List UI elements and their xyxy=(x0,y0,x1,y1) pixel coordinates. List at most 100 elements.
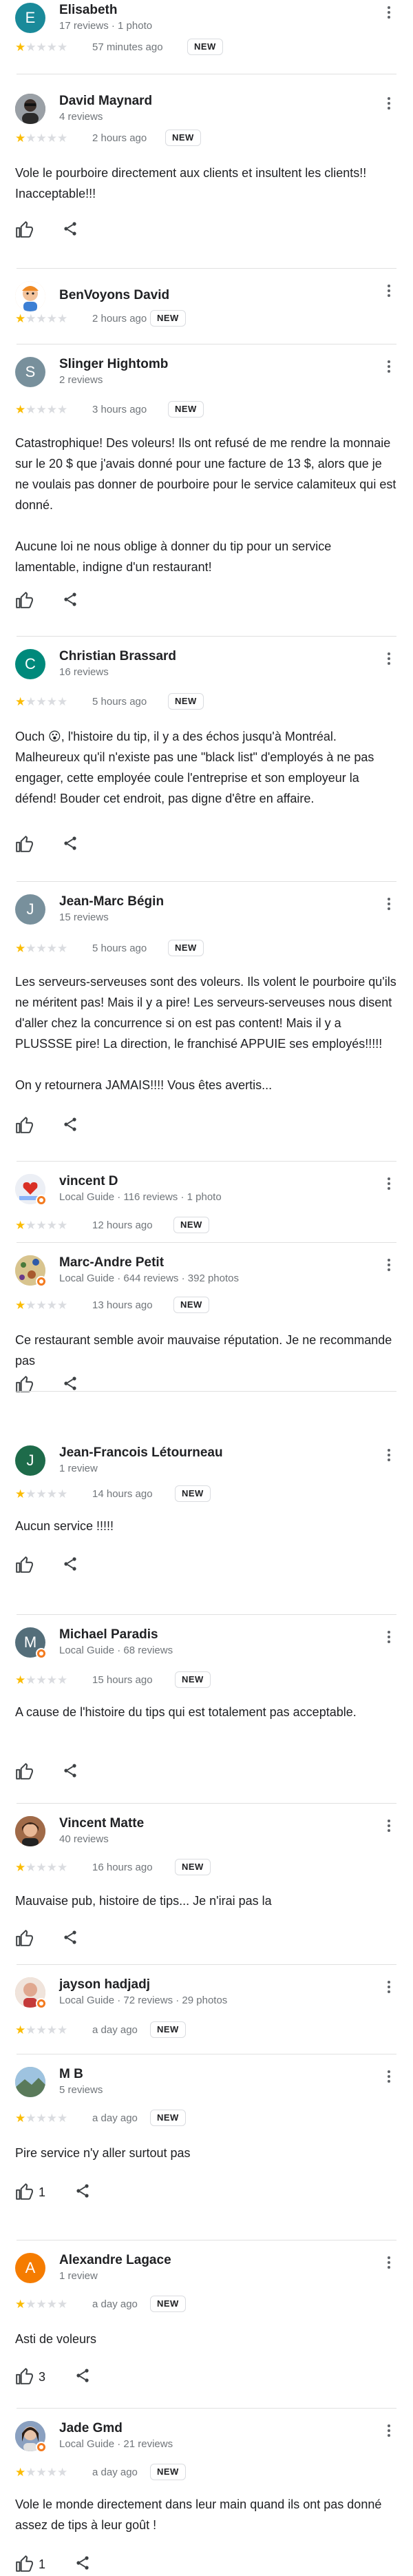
reviewer-header[interactable]: Vincent Matte 40 reviews xyxy=(15,1816,413,1855)
star-rating: ★★★★★ xyxy=(15,312,67,326)
rating-row: ★★★★★ 5 hours ago NEW xyxy=(15,940,401,958)
reviewer-name[interactable]: Marc-Andre Petit xyxy=(59,1255,164,1270)
review-actions xyxy=(15,1929,153,1950)
star-icon: ★ xyxy=(36,2023,47,2037)
thumbs-up-icon[interactable] xyxy=(15,1762,36,1783)
star-icon: ★ xyxy=(15,2298,26,2311)
share-icon[interactable] xyxy=(74,2367,95,2388)
more-options-icon[interactable] xyxy=(384,282,394,299)
more-options-icon[interactable] xyxy=(384,2068,394,2085)
star-icon: ★ xyxy=(57,1487,68,1501)
like-count: 3 xyxy=(39,2370,46,2384)
thumbs-up-icon[interactable] xyxy=(15,1116,36,1137)
reviewer-header[interactable]: David Maynard 4 reviews xyxy=(15,94,413,132)
reviewer-header[interactable]: J Jean-Marc Bégin 15 reviews xyxy=(15,894,413,933)
reviewer-header[interactable]: A Alexandre Lagace 1 review xyxy=(15,2253,413,2291)
rating-row: ★★★★★ a day ago NEW xyxy=(15,2021,401,2039)
star-rating: ★★★★★ xyxy=(15,41,67,54)
more-options-icon[interactable] xyxy=(384,650,394,667)
star-icon: ★ xyxy=(57,1673,68,1687)
share-icon[interactable] xyxy=(62,591,83,612)
reviewer-avatar[interactable]: A xyxy=(15,2253,45,2283)
reviewer-header[interactable]: S Slinger Hightomb 2 reviews xyxy=(15,357,413,395)
star-icon: ★ xyxy=(25,403,36,416)
reviewer-name[interactable]: Vincent Matte xyxy=(59,1816,144,1831)
share-icon[interactable] xyxy=(62,1556,83,1576)
reviewer-avatar[interactable] xyxy=(15,2067,45,2097)
reviewer-name[interactable]: Elisabeth xyxy=(59,3,117,18)
reviewer-name[interactable]: M B xyxy=(59,2067,83,2082)
star-icon: ★ xyxy=(36,942,47,955)
reviewer-header[interactable]: J Jean-Francois Létourneau 1 review xyxy=(15,1445,413,1484)
share-icon[interactable] xyxy=(62,1762,83,1783)
review-text: Vole le monde directement dans leur main… xyxy=(15,2497,382,2532)
more-options-icon[interactable] xyxy=(384,2254,394,2271)
reviewer-header[interactable]: E Elisabeth 17 reviews · 1 photo xyxy=(15,3,413,41)
star-icon: ★ xyxy=(25,1673,36,1687)
thumbs-up-icon[interactable] xyxy=(15,835,36,856)
new-badge: NEW xyxy=(150,2110,186,2126)
more-options-icon[interactable] xyxy=(384,896,394,912)
reviewer-name[interactable]: Alexandre Lagace xyxy=(59,2253,171,2268)
more-options-icon[interactable] xyxy=(384,1979,394,1995)
more-options-icon[interactable] xyxy=(384,2422,394,2439)
star-rating: ★★★★★ xyxy=(15,1219,67,1233)
reviewer-name[interactable]: Slinger Hightomb xyxy=(59,357,168,372)
reviewer-header[interactable]: jayson hadjadj Local Guide · 72 reviews ·… xyxy=(15,1977,413,2016)
share-icon[interactable] xyxy=(62,835,83,856)
reviewer-header[interactable]: M B 5 reviews xyxy=(15,2067,413,2105)
reviewer-avatar[interactable]: E xyxy=(15,3,45,33)
thumbs-up-icon[interactable] xyxy=(15,220,36,241)
reviewer-avatar[interactable]: S xyxy=(15,357,45,387)
thumbs-up-icon[interactable] xyxy=(15,591,36,612)
reviewer-header[interactable]: C Christian Brassard 16 reviews xyxy=(15,649,413,688)
reviewer-header[interactable]: Marc-Andre Petit Local Guide · 644 review… xyxy=(15,1255,413,1294)
reviewer-name[interactable]: Jade Gmd xyxy=(59,2421,123,2436)
thumbs-up-icon[interactable] xyxy=(15,1556,36,1576)
star-icon: ★ xyxy=(36,1673,47,1687)
more-options-icon[interactable] xyxy=(384,1257,394,1273)
rating-row: ★★★★★ 5 hours ago NEW xyxy=(15,693,401,711)
reviewer-avatar[interactable] xyxy=(15,94,45,124)
more-options-icon[interactable] xyxy=(384,1175,394,1192)
share-icon[interactable] xyxy=(62,1375,83,1396)
reviewer-name[interactable]: BenVoyons David xyxy=(59,288,169,303)
thumbs-up-icon[interactable] xyxy=(15,1375,36,1396)
reviewer-header[interactable]: Jade Gmd Local Guide · 21 reviews xyxy=(15,2421,413,2460)
star-rating: ★★★★★ xyxy=(15,132,67,145)
thumbs-up-icon[interactable] xyxy=(15,2183,36,2203)
reviewer-avatar[interactable]: J xyxy=(15,1445,45,1476)
share-icon[interactable] xyxy=(62,220,83,241)
reviewer-name[interactable]: Jean-Marc Bégin xyxy=(59,894,164,909)
reviewer-name[interactable]: Michael Paradis xyxy=(59,1627,158,1642)
reviewer-name[interactable]: vincent D xyxy=(59,1174,118,1189)
more-options-icon[interactable] xyxy=(384,1817,394,1834)
thumbs-up-icon[interactable] xyxy=(15,2367,36,2388)
review-card: J Jean-Marc Bégin 15 reviews ★★★★★ 5 hours a… xyxy=(0,882,413,1162)
more-options-icon[interactable] xyxy=(384,1447,394,1463)
more-options-icon[interactable] xyxy=(384,95,394,112)
reviewer-header[interactable]: vincent D Local Guide · 116 reviews · 1 p… xyxy=(15,1174,413,1213)
share-icon[interactable] xyxy=(74,2183,95,2203)
thumbs-up-icon[interactable] xyxy=(15,2555,36,2575)
share-icon[interactable] xyxy=(62,1116,83,1137)
reviewer-header[interactable]: M Michael Paradis Local Guide · 68 reviews xyxy=(15,1627,413,1666)
reviewer-avatar[interactable]: J xyxy=(15,894,45,925)
reviewer-name[interactable]: Christian Brassard xyxy=(59,649,176,664)
star-icon: ★ xyxy=(25,1299,36,1312)
more-options-icon[interactable] xyxy=(384,358,394,375)
reviewer-avatar[interactable] xyxy=(15,1816,45,1846)
reviewer-name[interactable]: jayson hadjadj xyxy=(59,1977,150,1992)
share-icon[interactable] xyxy=(74,2555,95,2575)
reviewer-name[interactable]: Jean-Francois Létourneau xyxy=(59,1445,223,1461)
new-badge: NEW xyxy=(150,2021,186,2038)
star-icon: ★ xyxy=(36,41,47,54)
review-actions xyxy=(15,220,153,241)
more-options-icon[interactable] xyxy=(384,4,394,21)
reviewer-name[interactable]: David Maynard xyxy=(59,94,152,109)
reviewer-avatar[interactable]: C xyxy=(15,649,45,679)
more-options-icon[interactable] xyxy=(384,1629,394,1645)
thumbs-up-icon[interactable] xyxy=(15,1929,36,1950)
share-icon[interactable] xyxy=(62,1929,83,1950)
reviewer-avatar[interactable] xyxy=(15,281,45,311)
